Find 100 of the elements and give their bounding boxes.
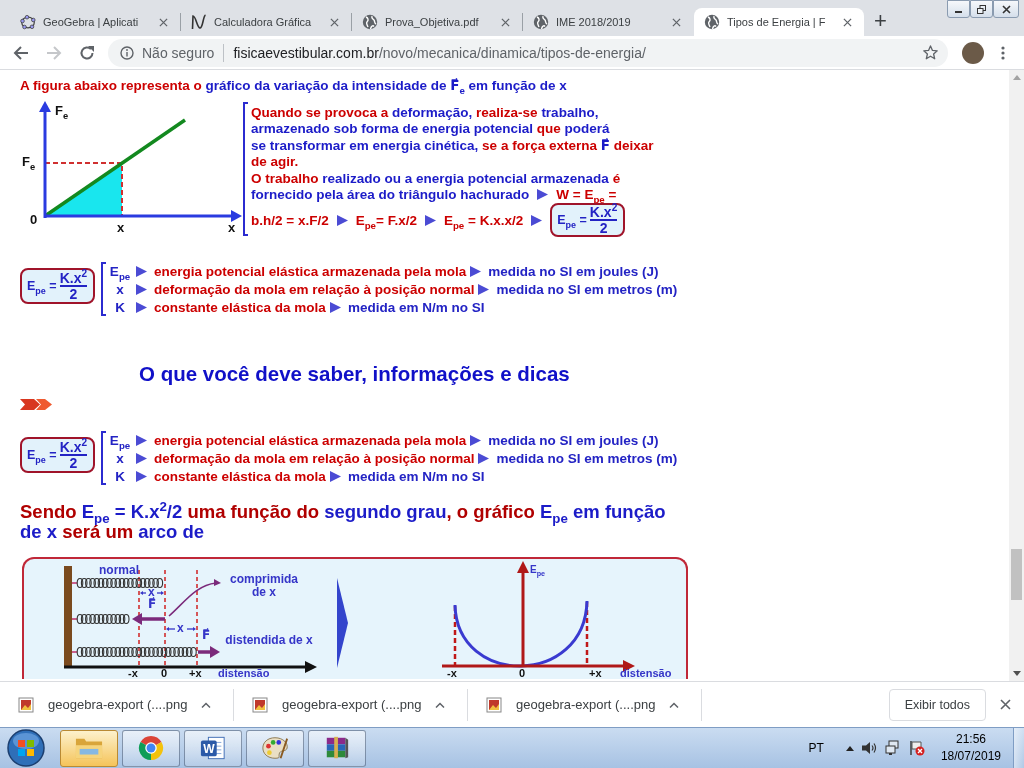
unit-text: medida no SI em joules (J) [488, 263, 659, 279]
reload-icon[interactable] [79, 44, 95, 61]
show-all-button[interactable]: Exibir todos [888, 688, 986, 721]
taskbar-button[interactable] [122, 729, 180, 767]
caret-icon[interactable] [669, 701, 680, 708]
taskbar-button[interactable] [246, 729, 304, 767]
taskbar-button[interactable] [308, 729, 366, 767]
globe-icon [704, 14, 720, 30]
explanation-text: fornecido pela área do triângulo hachurado [251, 187, 530, 203]
tick-label: -x [128, 667, 138, 680]
triangle-bullet-icon [336, 214, 348, 226]
avatar[interactable] [962, 41, 984, 64]
force-label: F⃗ [202, 629, 211, 642]
unit-text: medida no SI em metros (m) [496, 281, 678, 297]
ellipse-dots-icon [20, 14, 36, 30]
leader-arrow [168, 579, 221, 617]
minimize-button[interactable] [947, 0, 970, 18]
close-icon[interactable] [672, 17, 681, 27]
tick-label: x [117, 221, 125, 235]
triangle-bullet-icon [478, 452, 490, 464]
security-label[interactable]: Não seguro [142, 44, 215, 61]
caret-icon[interactable] [435, 701, 446, 708]
curve-icon [191, 14, 207, 30]
info-icon[interactable] [120, 45, 134, 60]
bracket-line [101, 262, 107, 316]
tricolor-circle-icon [137, 735, 165, 761]
taskbar-button[interactable] [60, 729, 118, 767]
fraction-numerator: K.x$^{2}$ [59, 271, 88, 285]
browser-tab[interactable]: Tipos de Energia | F [694, 8, 864, 36]
close-icon[interactable] [843, 17, 852, 27]
explanation-text: se transformar em energia cinética, se a força externa F⃗ deixar [251, 137, 654, 154]
axis-label: E$_{pe}$ [530, 563, 546, 576]
triangle-bullet-icon [136, 452, 148, 464]
dimension-arrow [140, 591, 147, 595]
section-heading: O que você deve saber, informações e dicas [139, 362, 570, 386]
new-tab-button[interactable]: + [870, 9, 891, 33]
image-file-icon[interactable] [252, 696, 268, 713]
fraction-numerator: K.x$^{2}$ [59, 440, 88, 454]
scrollbar[interactable] [1009, 70, 1024, 681]
language-indicator[interactable]: PT [808, 741, 824, 755]
tick-label: 0 [519, 667, 526, 680]
symbol-text: K [114, 468, 126, 484]
double-chevron-icon [20, 399, 52, 410]
download-name[interactable]: geogebra-export (....png [48, 697, 188, 712]
triangle-bullet-icon [136, 265, 148, 277]
fraction-denominator: 2 [69, 287, 78, 301]
browser-tab[interactable]: GeoGebra | Aplicati [10, 8, 180, 36]
image-file-icon[interactable] [486, 696, 502, 713]
close-icon[interactable] [330, 17, 339, 27]
meaning-text: deformação da mola em relação à posição normal [154, 450, 475, 466]
unit-text: medida em N/m no SI [347, 468, 485, 484]
axis-label: F$_{e}$ [55, 104, 69, 118]
caret-icon[interactable] [201, 701, 212, 708]
network-icon[interactable] [884, 740, 901, 756]
scrollbar-thumb[interactable] [1011, 549, 1022, 600]
triangle-bullet-icon [537, 189, 549, 201]
clock-date[interactable]: 18/07/2019 [940, 748, 1001, 765]
meaning-text: energia potencial elástica armazenada pela mola [154, 432, 467, 448]
flag-alert-icon[interactable] [908, 740, 925, 756]
meaning-text: energia potencial elástica armazenada pela mola [154, 263, 467, 279]
star-icon[interactable] [923, 45, 938, 60]
spring-label: comprimida de x [229, 573, 299, 599]
spring [71, 613, 130, 625]
triangle-bullet-icon [329, 301, 341, 313]
symbol-text: K [114, 299, 126, 315]
dimension-arrow [156, 591, 164, 595]
address-bar[interactable]: Não seguro fisicaevestibular.com.br/novo/mecanica/dinamica/tipos-de-energia/ [108, 38, 948, 67]
caret-up-icon[interactable] [845, 745, 854, 751]
conclusion-text: Sendo E$_{pe}$ = K.x$^{2}$/2 uma função do segundo grau, o gráfico E$_{pe}$ em função de x será um arco de [20, 502, 667, 542]
close-icon[interactable] [159, 17, 168, 27]
clock-time[interactable]: 21:56 [955, 731, 986, 748]
triangle-bullet-icon [470, 265, 482, 277]
download-name[interactable]: geogebra-export (....png [516, 697, 656, 712]
window-close-button[interactable] [993, 0, 1019, 18]
image-file-icon[interactable] [18, 696, 34, 713]
meaning-text: constante elástica da mola [154, 299, 326, 315]
browser-tab[interactable]: Prova_Objetiva.pdf [352, 8, 522, 36]
fraction-denominator: 2 [599, 221, 608, 235]
triangle-bullet-icon [478, 283, 490, 295]
force-arrow [198, 646, 220, 658]
speaker-icon[interactable] [861, 741, 877, 755]
taskbar-button[interactable]: W [184, 729, 242, 767]
unit-text: medida no SI em metros (m) [496, 450, 678, 466]
browser-tab[interactable]: Calculadora Gráfica [181, 8, 351, 36]
scroll-down-icon[interactable] [1012, 671, 1021, 676]
download-name[interactable]: geogebra-export (....png [282, 697, 422, 712]
menu-icon[interactable] [1001, 45, 1005, 60]
close-icon[interactable] [1000, 699, 1011, 710]
url-text[interactable]: fisicaevestibular.com.br/novo/mecanica/dinamica/tipos-de-energia/ [233, 44, 646, 61]
browser-tab[interactable]: IME 2018/2019 [523, 8, 693, 36]
unit-text: medida no SI em joules (J) [488, 432, 659, 448]
tick-label: -x [447, 667, 457, 680]
globe-icon [533, 14, 549, 30]
triangle-bullet-icon [136, 470, 148, 482]
restore-button[interactable] [970, 0, 993, 18]
axis-label: x [228, 221, 236, 235]
close-icon[interactable] [501, 17, 510, 27]
start-orb-icon[interactable] [4, 729, 48, 767]
explanation-text: de agir. [251, 154, 299, 170]
back-arrow-icon[interactable] [13, 44, 29, 61]
